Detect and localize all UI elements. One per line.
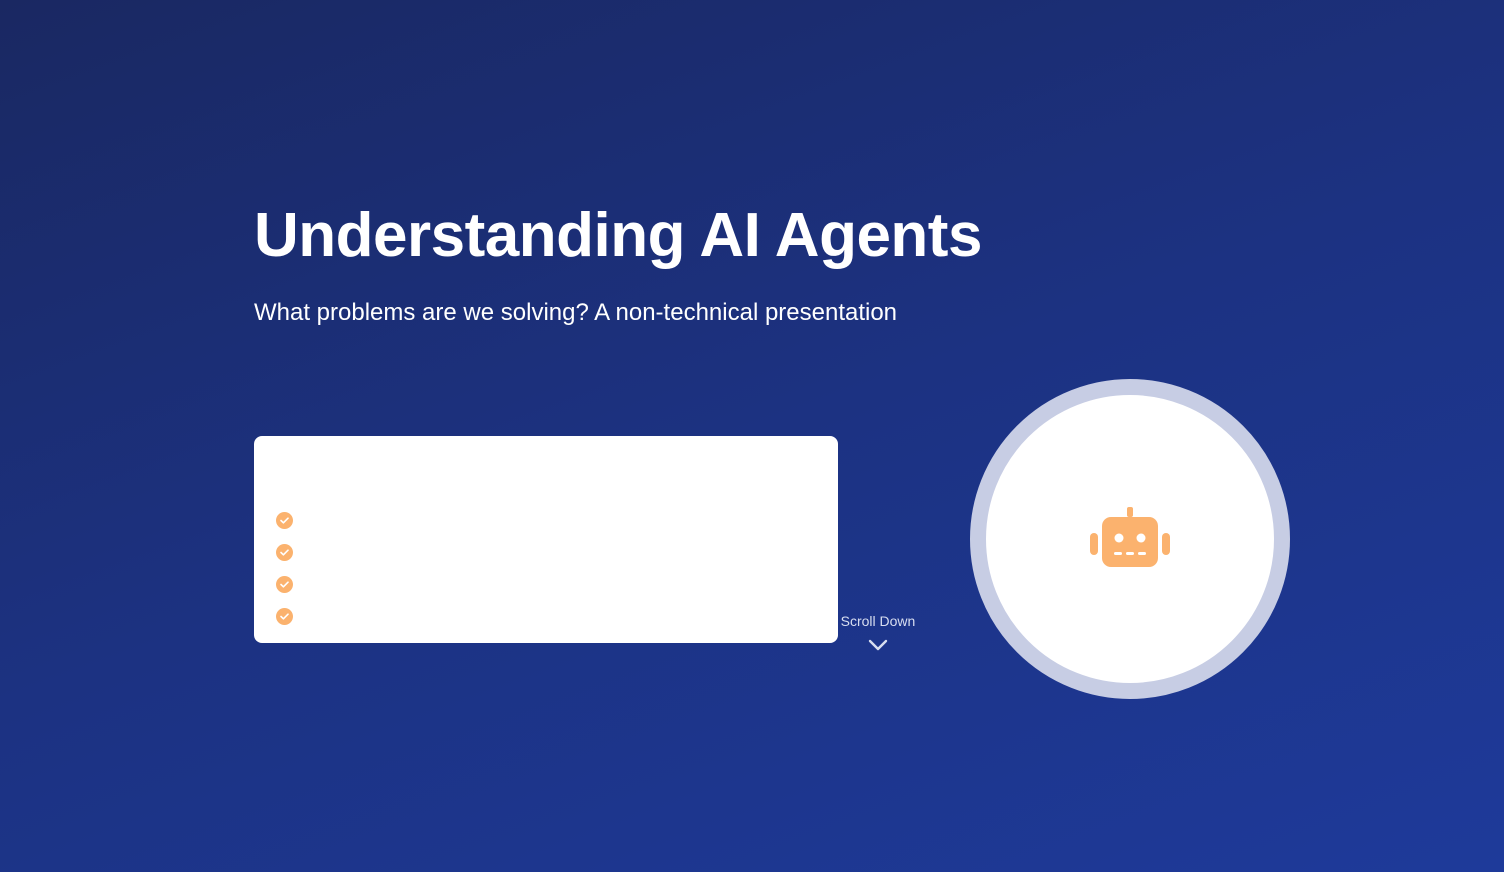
check-circle-icon: [276, 575, 293, 593]
hero-subtitle: What problems are we solving? A non-tech…: [254, 299, 898, 326]
list-item: [276, 504, 303, 536]
list-item: [276, 568, 303, 600]
chevron-down-icon: [868, 639, 888, 651]
feature-card: [254, 436, 838, 643]
robot-illustration: [970, 379, 1290, 699]
check-circle-icon: [276, 543, 293, 561]
check-circle-icon: [276, 607, 293, 625]
scroll-down-button[interactable]: Scroll Down: [828, 612, 928, 652]
check-circle-icon: [276, 511, 293, 529]
robot-icon: [1090, 507, 1170, 567]
list-item: [276, 600, 303, 632]
list-item: [276, 536, 303, 568]
scroll-down-label: Scroll Down: [840, 613, 916, 629]
hero-title: Understanding AI Agents: [254, 201, 982, 270]
feature-list: [276, 504, 303, 632]
